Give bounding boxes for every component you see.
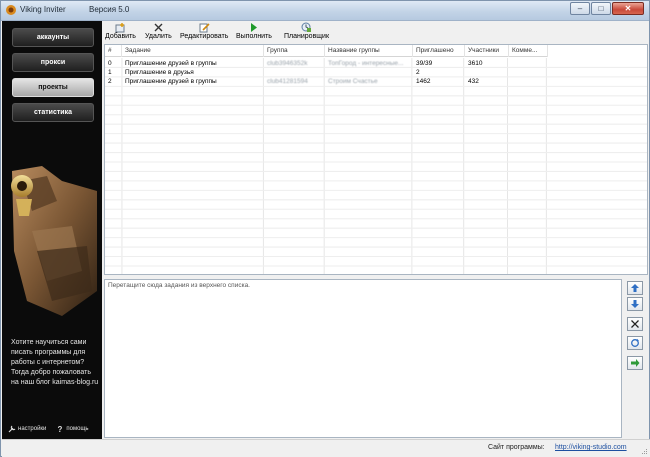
arrow-up-icon: [631, 284, 639, 292]
nav-accounts-button[interactable]: аккаунты: [12, 28, 94, 47]
refresh-button[interactable]: [627, 336, 643, 350]
status-bar: Сайт программы: http://viking-studio.com: [2, 439, 650, 457]
col-header-comment[interactable]: Комме...: [509, 45, 548, 57]
close-icon: [154, 23, 163, 32]
version-label: Версия 5.0: [89, 5, 130, 14]
table-row[interactable]: 2 Приглашение друзей в группы club412815…: [105, 78, 548, 86]
add-task-icon: [115, 23, 125, 33]
clear-queue-button[interactable]: [627, 317, 643, 331]
col-header-invited[interactable]: Приглашено: [413, 45, 465, 57]
arrow-down-icon: [631, 300, 639, 308]
refresh-icon: [631, 338, 639, 347]
forward-icon: [631, 359, 640, 367]
col-header-index[interactable]: #: [105, 45, 122, 57]
play-icon: [251, 23, 258, 32]
move-down-button[interactable]: [627, 297, 643, 311]
delete-task-button[interactable]: Удалить: [145, 21, 172, 43]
task-log-area[interactable]: Перетащите сюда задания из верхнего спис…: [104, 279, 622, 438]
maximize-button[interactable]: □: [591, 2, 611, 15]
col-header-group-name[interactable]: Название группы: [325, 45, 413, 57]
sidebar: аккаунты прокси проекты статистика Хотит…: [2, 21, 102, 439]
nav-projects-button[interactable]: проекты: [12, 78, 94, 97]
run-task-button[interactable]: Выполнить: [236, 21, 272, 43]
app-window: Viking Inviter Версия 5.0 – □ ✕ аккаунты…: [0, 0, 650, 457]
table-gridlines: [105, 58, 647, 274]
site-link[interactable]: http://viking-studio.com: [555, 444, 627, 451]
resize-grip-icon[interactable]: [640, 447, 648, 455]
table-row[interactable]: 1 Приглашение в друзья 2: [105, 69, 548, 77]
close-window-button[interactable]: ✕: [612, 2, 644, 15]
window-title: Viking Inviter: [20, 5, 66, 14]
site-label: Сайт программы:: [488, 444, 545, 451]
add-task-button[interactable]: Добавить: [105, 21, 136, 43]
help-link[interactable]: ? помощь: [56, 425, 89, 433]
scheduler-icon: [301, 22, 312, 32]
blog-promo-text[interactable]: Хотите научиться сами писать программы д…: [11, 338, 99, 388]
settings-label: настройки: [18, 426, 47, 432]
sidebar-footer: настройки ? помощь: [8, 425, 100, 433]
nav-statistics-button[interactable]: статистика: [12, 103, 94, 122]
minimize-button[interactable]: –: [570, 2, 590, 15]
drop-hint-text: Перетащите сюда задания из верхнего спис…: [108, 282, 250, 289]
viking-artwork: [11, 166, 97, 316]
table-row[interactable]: 0 Приглашение друзей в группы club394635…: [105, 60, 548, 68]
tasks-table[interactable]: # Задание Группа Название группы Приглаш…: [104, 44, 648, 275]
scheduler-button[interactable]: Планировщик: [284, 21, 329, 43]
wrench-icon: [8, 425, 16, 433]
table-header: # Задание Группа Название группы Приглаш…: [105, 45, 548, 57]
title-bar[interactable]: Viking Inviter Версия 5.0 – □ ✕: [1, 1, 649, 21]
clear-icon: [631, 320, 639, 328]
col-header-task[interactable]: Задание: [122, 45, 264, 57]
forward-button[interactable]: [627, 356, 643, 370]
window-controls: – □ ✕: [569, 2, 644, 15]
col-header-members[interactable]: Участники: [465, 45, 509, 57]
col-header-group[interactable]: Группа: [264, 45, 325, 57]
settings-link[interactable]: настройки: [8, 425, 46, 433]
toolbar: Добавить Удалить Редактировать Выполнить…: [102, 21, 649, 43]
svg-text:?: ?: [58, 425, 63, 433]
nav-proxy-button[interactable]: прокси: [12, 53, 94, 72]
edit-task-button[interactable]: Редактировать: [180, 21, 228, 43]
app-logo-icon: [6, 5, 16, 15]
edit-icon: [199, 23, 210, 33]
move-up-button[interactable]: [627, 281, 643, 295]
help-label: помощь: [66, 426, 89, 432]
help-icon: ?: [58, 425, 63, 433]
